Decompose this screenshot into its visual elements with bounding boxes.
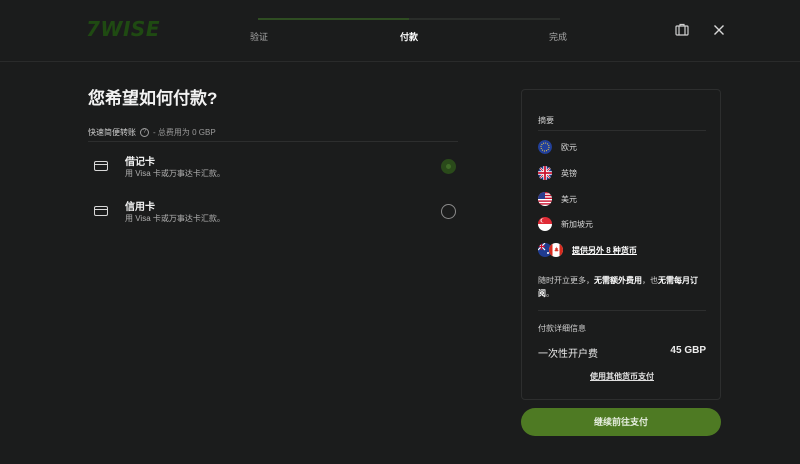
quick-transfer-label: 快速简便转账 <box>88 128 136 137</box>
quick-transfer-row: 快速简便转账 ? - 总费用为 0 GBP <box>88 127 216 138</box>
divider <box>88 141 458 142</box>
card-icon <box>94 161 108 171</box>
sg-flag-icon <box>538 217 552 231</box>
briefcase-icon[interactable] <box>674 22 690 38</box>
note-text: 随时开立更多， <box>538 276 594 285</box>
divider <box>538 130 706 131</box>
card-icon <box>94 206 108 216</box>
setup-fee-label: 一次性开户费 <box>538 349 598 360</box>
top-header: 7WISE 验证 付款 完成 <box>0 0 800 62</box>
currency-row-usd: 美元 <box>538 192 577 206</box>
payment-option-debit[interactable]: 借记卡 用 Visa 卡或万事达卡汇款。 <box>88 148 458 188</box>
currency-row-gbp: 英镑 <box>538 166 577 180</box>
summary-panel: 摘要 欧元 英镑 美元 新加坡元 提供另外 8 种货币 随时开立更多，无需额外费… <box>521 89 721 400</box>
more-flags <box>538 243 563 257</box>
step-complete: 完成 <box>549 32 568 42</box>
wise-logo[interactable]: 7WISE <box>86 17 160 41</box>
note-text: ，也 <box>642 276 658 285</box>
currency-label: 美元 <box>561 194 577 204</box>
eu-flag-icon <box>538 140 552 154</box>
more-currencies-row[interactable]: 提供另外 8 种货币 <box>538 243 637 257</box>
note-emphasis: 无需额外费用 <box>594 276 642 285</box>
pay-other-currency-link[interactable]: 使用其他货币支付 <box>522 371 722 382</box>
close-icon[interactable] <box>711 22 727 38</box>
step-payment: 付款 <box>400 32 419 42</box>
progress-bar <box>258 18 560 20</box>
radio-credit[interactable] <box>441 204 456 219</box>
page-title: 您希望如何付款? <box>88 89 218 108</box>
payment-details-title: 付款详细信息 <box>538 324 586 333</box>
us-flag-icon <box>538 192 552 206</box>
summary-note: 随时开立更多，无需额外费用，也无需每月订阅。 <box>538 274 708 300</box>
summary-title: 摘要 <box>538 116 554 125</box>
currency-label: 英镑 <box>561 168 577 178</box>
currency-row-sgd: 新加坡元 <box>538 217 593 231</box>
currency-label: 新加坡元 <box>561 219 593 229</box>
currency-label: 欧元 <box>561 142 577 152</box>
step-verify: 验证 <box>250 32 269 42</box>
quick-transfer-fee: - 总费用为 0 GBP <box>153 128 216 137</box>
note-text: 。 <box>546 289 554 298</box>
uk-flag-icon <box>538 166 552 180</box>
setup-fee-value: 45 GBP <box>670 345 706 356</box>
divider <box>538 310 706 311</box>
option-description: 用 Visa 卡或万事达卡汇款。 <box>125 214 225 223</box>
radio-debit[interactable] <box>441 159 456 174</box>
help-icon[interactable]: ? <box>140 128 149 137</box>
more-currencies-link[interactable]: 提供另外 8 种货币 <box>572 245 637 256</box>
payment-option-credit[interactable]: 信用卡 用 Visa 卡或万事达卡汇款。 <box>88 193 458 233</box>
ca-flag-icon <box>549 243 563 257</box>
option-title: 信用卡 <box>125 202 155 213</box>
option-title: 借记卡 <box>125 157 155 168</box>
progress-fill <box>258 18 409 20</box>
option-description: 用 Visa 卡或万事达卡汇款。 <box>125 169 225 178</box>
currency-row-eur: 欧元 <box>538 140 577 154</box>
continue-to-payment-button[interactable]: 继续前往支付 <box>521 408 721 436</box>
